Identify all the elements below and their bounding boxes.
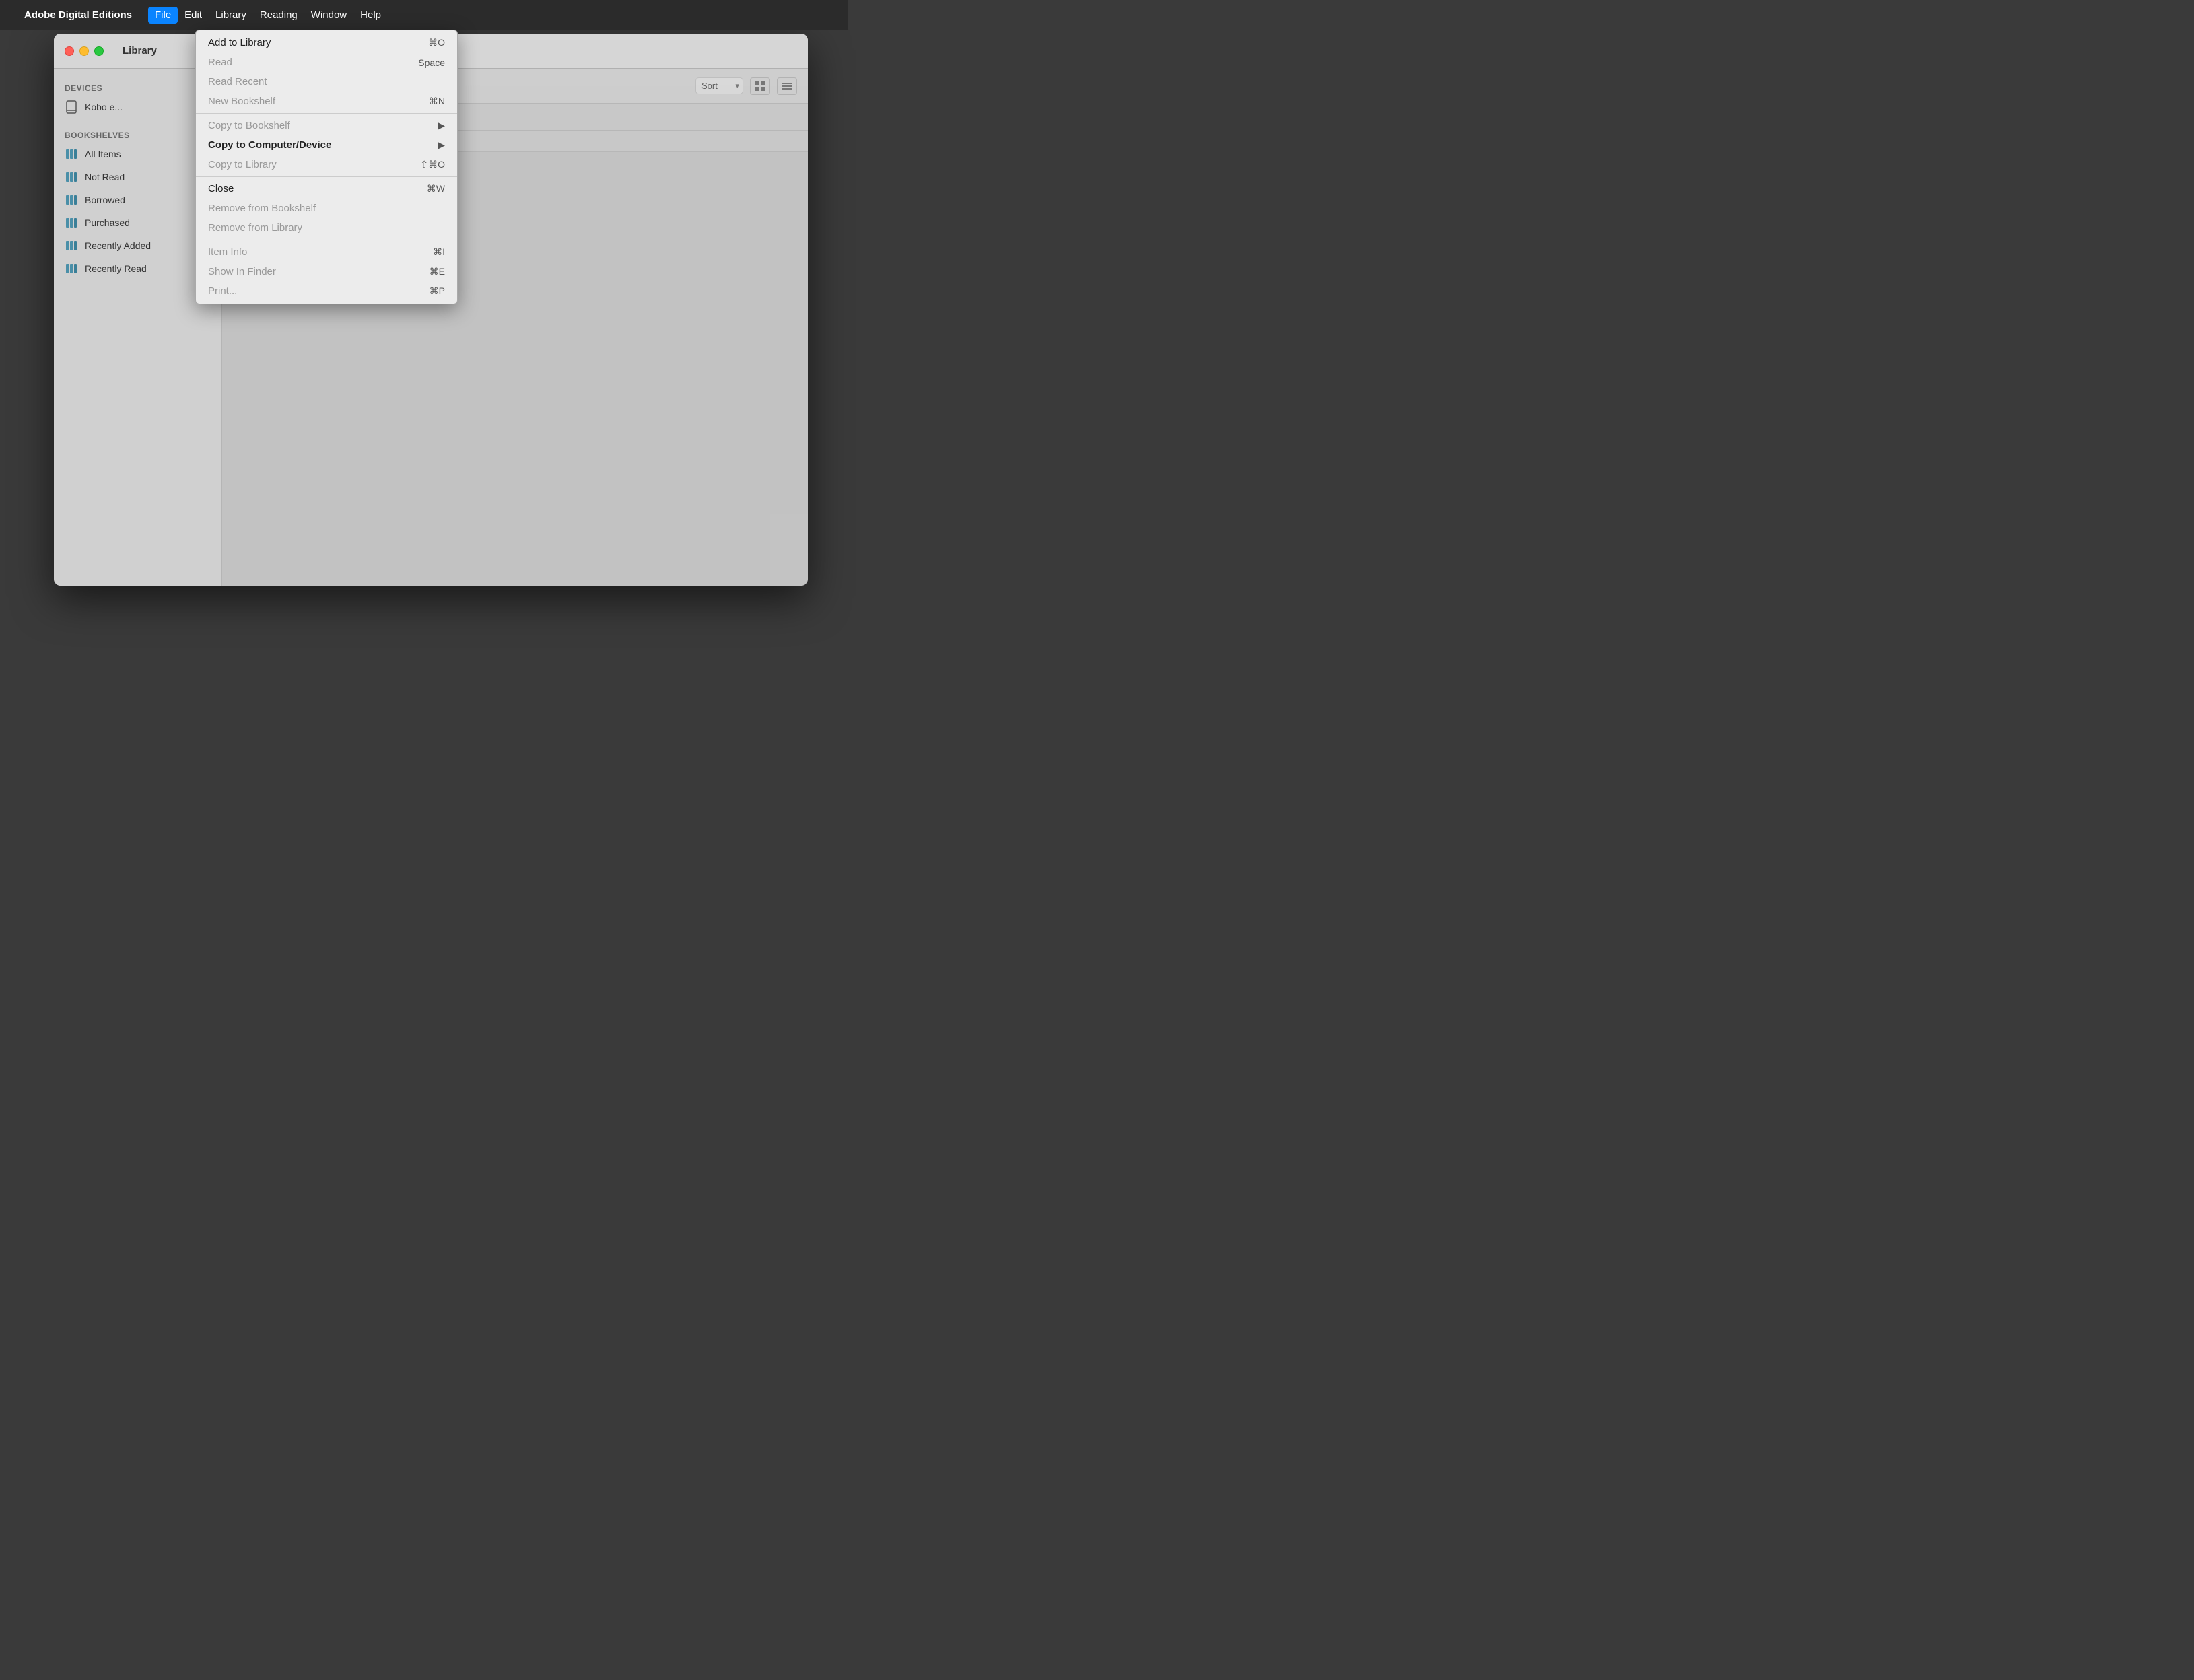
menu-file[interactable]: File — [148, 7, 178, 24]
recently-added-label: Recently Added — [85, 240, 151, 251]
menu-copy-to-bookshelf[interactable]: Copy to Bookshelf ▶ — [196, 116, 457, 135]
read-label: Read — [208, 57, 418, 68]
read-shortcut: Space — [418, 57, 445, 68]
purchased-label: Purchased — [85, 217, 130, 228]
copy-to-library-label: Copy to Library — [208, 159, 420, 170]
view-list-button[interactable] — [777, 77, 797, 95]
books-icon-recently-read — [65, 262, 78, 275]
minimize-button[interactable] — [79, 46, 89, 56]
copy-to-library-shortcut: ⇧⌘O — [420, 159, 445, 170]
menu-show-in-finder[interactable]: Show In Finder ⌘E — [196, 262, 457, 281]
new-bookshelf-label: New Bookshelf — [208, 96, 429, 107]
recently-read-label: Recently Read — [85, 263, 147, 274]
separator-1 — [196, 113, 457, 114]
remove-from-bookshelf-label: Remove from Bookshelf — [208, 203, 445, 214]
copy-to-device-arrow: ▶ — [438, 139, 445, 151]
menu-edit[interactable]: Edit — [178, 7, 209, 24]
print-label: Print... — [208, 285, 430, 297]
maximize-button[interactable] — [94, 46, 104, 56]
menu-read[interactable]: Read Space — [196, 53, 457, 72]
device-label: Kobo e... — [85, 102, 123, 112]
books-icon-not-read — [65, 170, 78, 184]
menu-read-recent[interactable]: Read Recent — [196, 72, 457, 92]
not-read-label: Not Read — [85, 172, 125, 182]
separator-2 — [196, 176, 457, 177]
app-name: Adobe Digital Editions — [24, 9, 132, 21]
books-icon-purchased — [65, 216, 78, 230]
close-button[interactable] — [65, 46, 74, 56]
menu-add-to-library[interactable]: Add to Library ⌘O — [196, 33, 457, 53]
dropdown-overlay: Add to Library ⌘O Read Space Read Recent… — [0, 0, 2194, 1680]
close-shortcut: ⌘W — [427, 183, 445, 195]
view-grid-button[interactable] — [750, 77, 770, 95]
menu-library[interactable]: Library — [209, 7, 253, 24]
menu-window[interactable]: Window — [304, 7, 353, 24]
read-recent-label: Read Recent — [208, 76, 445, 88]
menu-close[interactable]: Close ⌘W — [196, 179, 457, 199]
new-bookshelf-shortcut: ⌘N — [429, 96, 445, 107]
all-items-label: All Items — [85, 149, 121, 160]
menu-remove-from-bookshelf[interactable]: Remove from Bookshelf — [196, 199, 457, 218]
sort-select[interactable]: Sort Title Author Date — [695, 77, 743, 94]
remove-from-library-label: Remove from Library — [208, 222, 445, 234]
copy-to-bookshelf-label: Copy to Bookshelf — [208, 120, 438, 131]
menu-remove-from-library[interactable]: Remove from Library — [196, 218, 457, 238]
menu-print[interactable]: Print... ⌘P — [196, 281, 457, 301]
add-to-library-label: Add to Library — [208, 37, 428, 48]
close-label: Close — [208, 183, 427, 195]
books-icon-recently-added — [65, 239, 78, 252]
device-icon — [65, 100, 78, 114]
file-dropdown-menu[interactable]: Add to Library ⌘O Read Space Read Recent… — [195, 30, 458, 304]
menu-copy-to-library[interactable]: Copy to Library ⇧⌘O — [196, 155, 457, 174]
borrowed-label: Borrowed — [85, 195, 125, 205]
menu-reading[interactable]: Reading — [253, 7, 304, 24]
traffic-lights — [65, 46, 104, 56]
copy-to-bookshelf-arrow: ▶ — [438, 120, 445, 131]
menu-new-bookshelf[interactable]: New Bookshelf ⌘N — [196, 92, 457, 111]
item-info-label: Item Info — [208, 246, 433, 258]
item-info-shortcut: ⌘I — [433, 246, 445, 258]
books-icon — [65, 147, 78, 161]
menubar: Adobe Digital Editions File Edit Library… — [0, 0, 848, 30]
print-shortcut: ⌘P — [430, 285, 445, 297]
copy-to-device-label: Copy to Computer/Device — [208, 139, 438, 151]
show-in-finder-label: Show In Finder — [208, 266, 430, 277]
books-icon-borrowed — [65, 193, 78, 207]
sort-select-wrapper: Sort Title Author Date — [695, 77, 743, 94]
menu-item-info[interactable]: Item Info ⌘I — [196, 242, 457, 262]
add-to-library-shortcut: ⌘O — [428, 37, 445, 48]
menu-help[interactable]: Help — [353, 7, 388, 24]
menu-copy-to-device[interactable]: Copy to Computer/Device ▶ — [196, 135, 457, 155]
show-in-finder-shortcut: ⌘E — [430, 266, 445, 277]
